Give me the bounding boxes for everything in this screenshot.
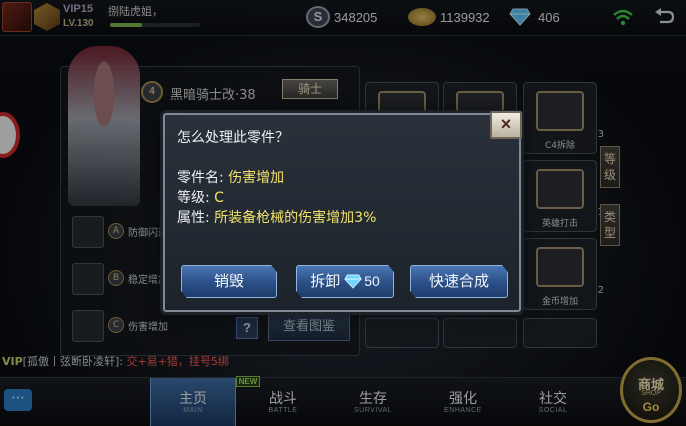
quick-synth-button[interactable]: 快速合成 — [410, 265, 508, 298]
part-action-dialog: 怎么处理此零件？ × 零件名: 伤害增加 等级: C 属性: 所装备枪械的伤害增… — [163, 111, 522, 312]
part-attr-value: 所装备枪械的伤害增加3% — [214, 210, 377, 226]
destroy-button[interactable]: 销毁 — [181, 265, 277, 298]
dialog-title: 怎么处理此零件？ — [177, 130, 289, 146]
part-grade-line: 等级: C — [177, 187, 224, 207]
dismantle-button[interactable]: 拆卸 50 — [296, 265, 394, 298]
diamond-icon — [344, 274, 362, 289]
dismantle-label: 拆卸 — [310, 272, 341, 290]
part-attr-label: 属性: — [177, 210, 210, 226]
part-name-value: 伤害增加 — [228, 170, 285, 186]
part-name-label: 零件名: — [177, 170, 224, 186]
part-name-line: 零件名: 伤害增加 — [177, 167, 284, 187]
part-grade-value: C — [214, 190, 224, 206]
dismantle-cost: 50 — [364, 273, 380, 289]
close-icon[interactable]: × — [490, 111, 522, 139]
part-grade-label: 等级: — [177, 190, 210, 206]
part-attr-line: 属性: 所装备枪械的伤害增加3% — [177, 207, 376, 227]
